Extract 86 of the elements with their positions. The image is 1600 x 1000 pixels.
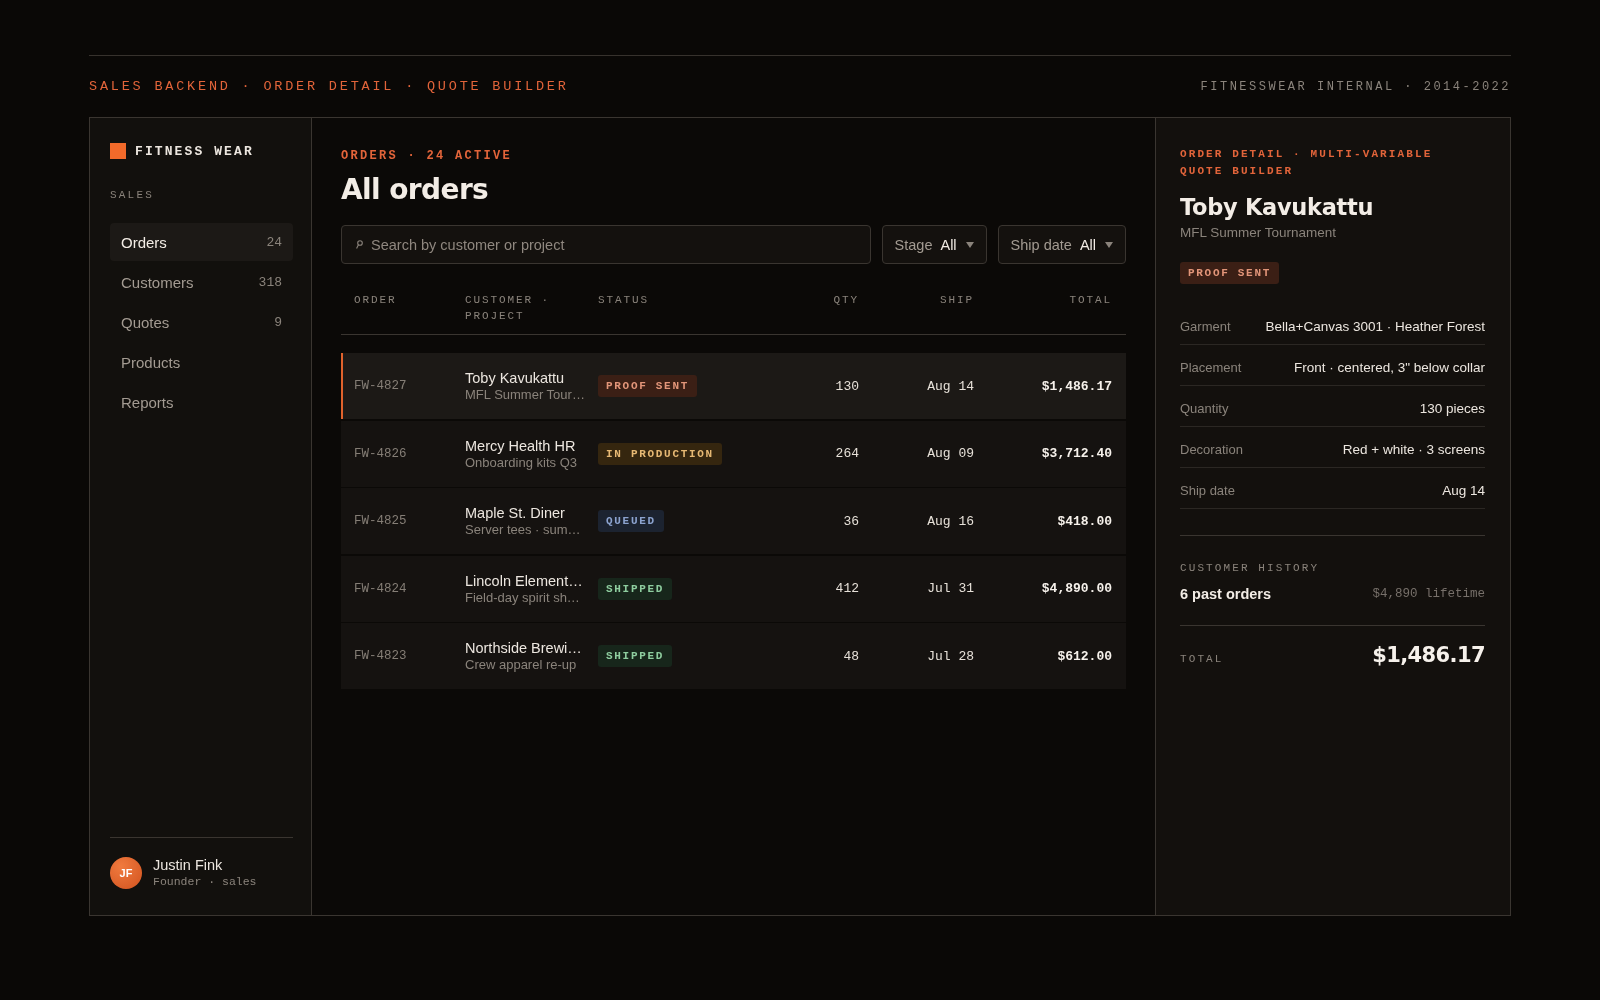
- status-badge: IN PRODUCTION: [598, 442, 722, 465]
- order-row[interactable]: FW-4826 Mercy Health HR Onboarding kits Q3 IN PRODUCTION 264 Aug 09 $3,712.40: [341, 420, 1126, 487]
- status-badge: PROOF SENT: [598, 375, 697, 397]
- customer-name: Northside Brewi…: [465, 639, 582, 657]
- order-id: FW-4827: [354, 379, 407, 393]
- order-id: FW-4826: [354, 446, 407, 461]
- field-value: Red + white · 3 screens: [1342, 441, 1485, 457]
- status-badge: QUEUED: [598, 510, 664, 532]
- filter-dropdown[interactable]: Stage All: [881, 225, 987, 264]
- field-label: Garment: [1180, 318, 1231, 334]
- order-row[interactable]: FW-4827 Toby Kavukattu MFL Summer Tour… PROOF SENT 130 Aug 14 $1,486.17: [341, 353, 1126, 419]
- column-header: STATUS: [598, 293, 649, 308]
- nav-item[interactable]: Orders 24: [110, 223, 293, 261]
- order-row[interactable]: FW-4824 Lincoln Element… Field-day spirit sh… SHIPPED 412 Jul 31 $4,890.00: [341, 555, 1126, 622]
- past-orders-count: 6 past orders: [1180, 586, 1272, 602]
- project-name: Server tees · sum…: [465, 522, 581, 538]
- order-row[interactable]: FW-4823 Northside Brewi… Crew apparel re-up SHIPPED 48 Jul 28 $612.00: [341, 623, 1126, 689]
- user-role: Founder · sales: [153, 874, 257, 889]
- ship-date: Jul 31: [927, 581, 974, 596]
- column-header: SHIP: [940, 293, 974, 308]
- caret-icon: [965, 241, 974, 248]
- ship-date: Aug 14: [927, 378, 974, 394]
- order-id: FW-4824: [354, 581, 407, 596]
- field-label: Placement: [1180, 359, 1242, 375]
- user-name: Justin Fink: [153, 856, 223, 874]
- status-badge: PROOF SENT: [1180, 262, 1279, 284]
- quantity: 48: [843, 648, 859, 664]
- brand-name: FITNESS WEAR: [135, 143, 254, 159]
- status-badge: SHIPPED: [598, 577, 673, 600]
- field-value: Bella+Canvas 3001 · Heather Forest: [1265, 318, 1485, 334]
- filter-dropdown[interactable]: Ship date All: [997, 225, 1126, 264]
- order-id: FW-4823: [354, 649, 407, 663]
- page-heading: All orders: [341, 174, 489, 206]
- customer-name: Mercy Health HR: [465, 436, 576, 455]
- total-amount: $1,486.17: [1372, 643, 1485, 667]
- field-label: Quantity: [1180, 400, 1229, 416]
- project-name: Onboarding kits Q3: [465, 454, 577, 471]
- project-name: Field-day spirit sh…: [465, 589, 580, 606]
- caret-icon: [1105, 241, 1113, 248]
- order-total: $1,486.17: [1041, 378, 1112, 394]
- nav-item[interactable]: Quotes 9: [110, 303, 293, 341]
- section-eyebrow: ORDER DETAIL · MULTI-VARIABLE QUOTE BUILDER: [1180, 147, 1434, 179]
- order-total: $612.00: [1057, 648, 1112, 664]
- field-value: Front · centered, 3" below collar: [1294, 359, 1485, 375]
- order-total: $4,890.00: [1041, 581, 1112, 596]
- logo-icon: [110, 143, 126, 159]
- quantity: 36: [843, 513, 859, 529]
- ship-date: Aug 16: [927, 513, 974, 529]
- header-title: SALES BACKEND · ORDER DETAIL · QUOTE BUILDER: [89, 79, 569, 94]
- order-row[interactable]: FW-4825 Maple St. Diner Server tees · sum… QUEUED 36 Aug 16 $418.00: [341, 488, 1126, 554]
- avatar: JF: [110, 856, 142, 889]
- order-total: $418.00: [1057, 513, 1112, 529]
- nav-item[interactable]: Reports: [110, 383, 293, 421]
- project-name: MFL Summer Tour…: [465, 387, 585, 403]
- quantity: 264: [835, 446, 859, 461]
- customer-name: Lincoln Element…: [465, 571, 583, 590]
- detail-heading: Toby Kavukattu: [1180, 193, 1374, 221]
- customer-name: Maple St. Diner: [465, 504, 565, 522]
- column-header: CUSTOMER · PROJECT: [465, 293, 551, 324]
- project-name: MFL Summer Tournament: [1180, 224, 1337, 242]
- order-id: FW-4825: [354, 514, 407, 528]
- status-badge: SHIPPED: [598, 645, 673, 667]
- field-label: Ship date: [1180, 482, 1235, 498]
- field-label: Decoration: [1180, 441, 1243, 457]
- project-name: Crew apparel re-up: [465, 657, 577, 673]
- quantity: 130: [835, 378, 859, 394]
- ship-date: Jul 28: [927, 648, 974, 664]
- column-header: ORDER: [354, 293, 397, 308]
- total-label: TOTAL: [1180, 653, 1224, 665]
- column-header: TOTAL: [1069, 293, 1112, 308]
- nav-item[interactable]: Customers 318: [110, 263, 293, 301]
- lifetime-value: $4,890 lifetime: [1372, 587, 1485, 601]
- ship-date: Aug 09: [927, 446, 974, 461]
- search-icon: [356, 240, 363, 249]
- customer-name: Toby Kavukattu: [465, 369, 565, 387]
- field-value: Aug 14: [1442, 482, 1485, 498]
- header-meta: FITNESSWEAR INTERNAL · 2014-2022: [1200, 79, 1511, 94]
- nav-item[interactable]: Products: [110, 343, 293, 381]
- section-label: SALES: [110, 188, 154, 202]
- search-field[interactable]: Search by customer or project: [341, 225, 871, 264]
- section-label: CUSTOMER HISTORY: [1180, 561, 1320, 575]
- quantity: 412: [835, 581, 859, 596]
- order-total: $3,712.40: [1041, 446, 1112, 461]
- field-value: 130 pieces: [1419, 400, 1485, 416]
- section-eyebrow: ORDERS · 24 ACTIVE: [341, 148, 513, 164]
- column-header: QTY: [833, 293, 859, 308]
